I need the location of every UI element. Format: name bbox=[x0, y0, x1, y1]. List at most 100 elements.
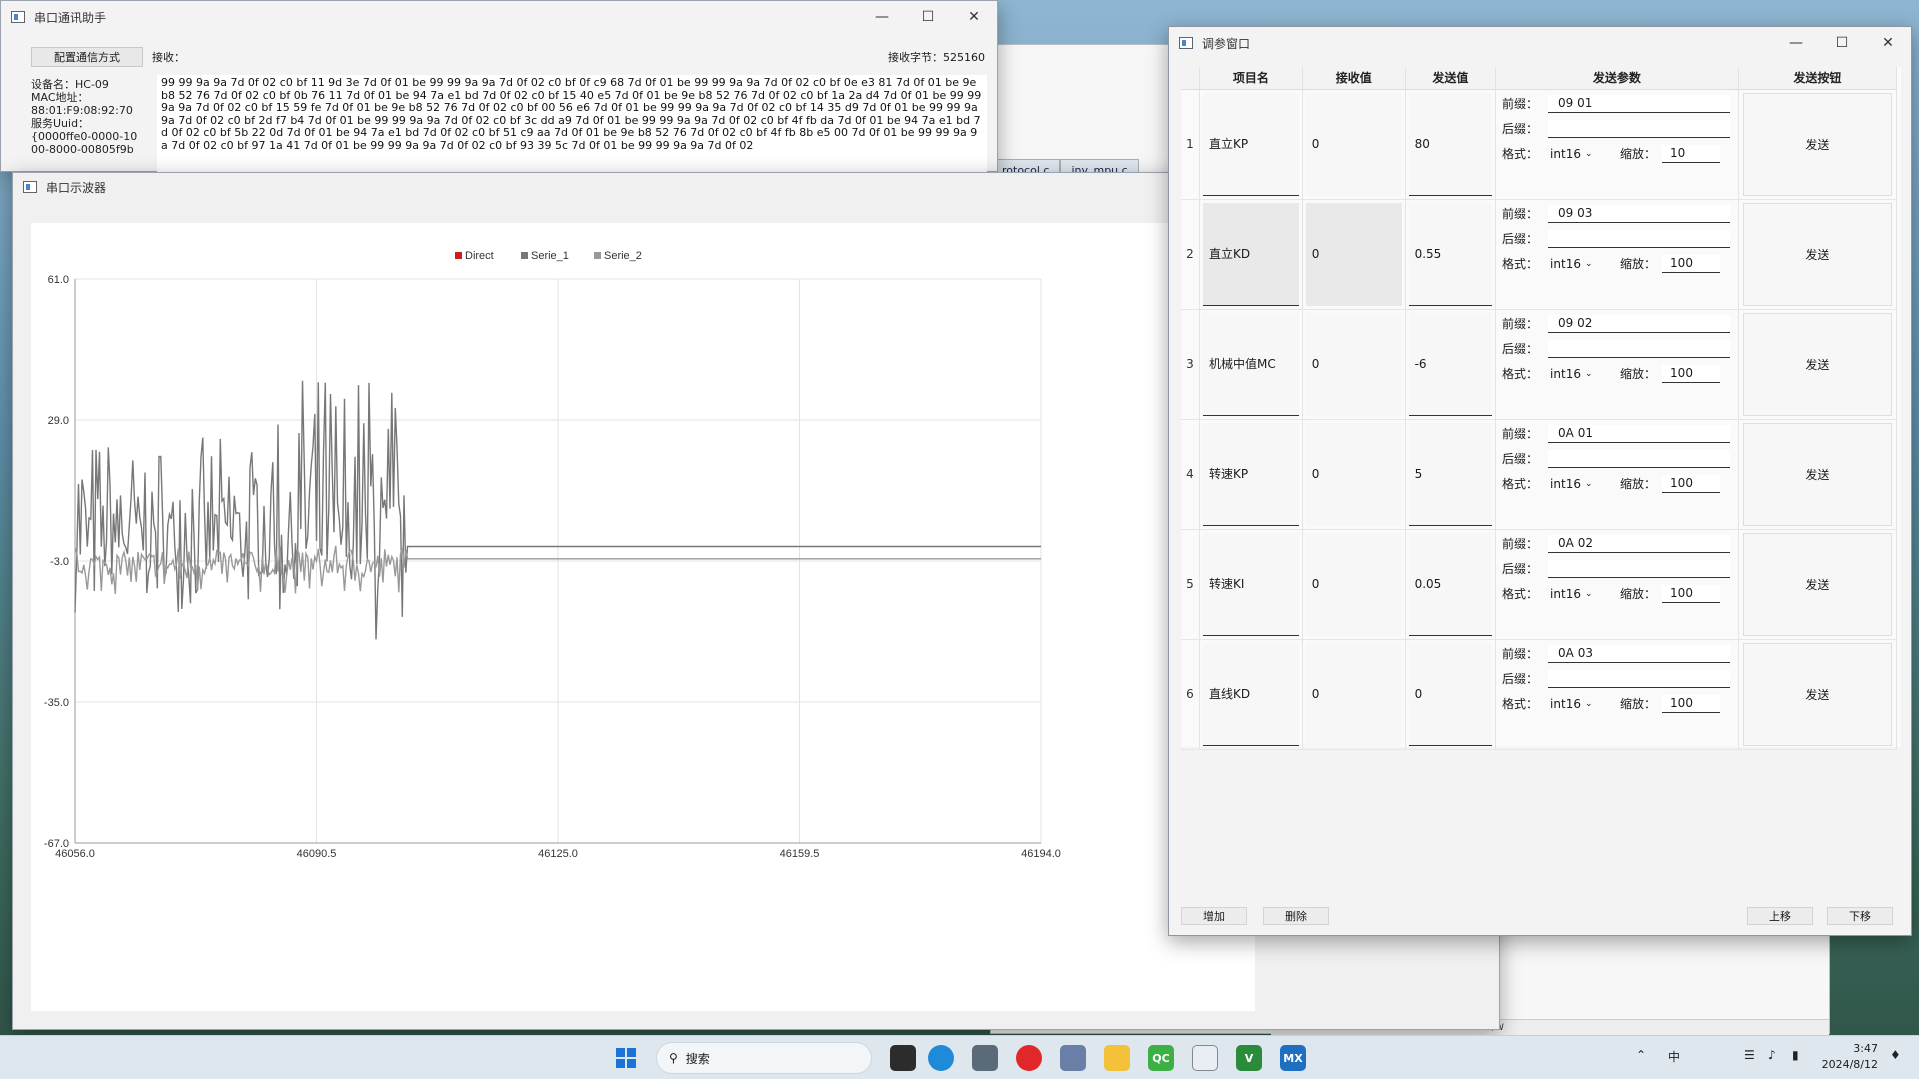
tray-chevron-icon[interactable]: ⌃ bbox=[1636, 1048, 1646, 1062]
scale-input[interactable]: 100 bbox=[1662, 694, 1721, 713]
vim-icon[interactable]: V bbox=[1236, 1045, 1262, 1071]
prefix-label: 前缀： bbox=[1502, 317, 1539, 331]
format-select[interactable]: int16 ⌄ bbox=[1548, 585, 1598, 603]
format-label: 格式： bbox=[1502, 367, 1539, 381]
send-button[interactable]: 发送 bbox=[1742, 312, 1892, 416]
suffix-label: 后缀： bbox=[1502, 452, 1539, 466]
format-select[interactable]: int16 ⌄ bbox=[1548, 255, 1598, 273]
send-value-cell[interactable]: 0.05 bbox=[1408, 532, 1493, 636]
prefix-input[interactable]: 0A 01 bbox=[1548, 424, 1730, 443]
chart-area[interactable]: 61.0 29.0 -3.0 -35.0 -67.0 46056.0 46090.5 4612… bbox=[31, 223, 1255, 1011]
minimize-button[interactable]: — bbox=[859, 1, 905, 33]
param-name-cell[interactable]: 直线KD bbox=[1203, 642, 1299, 746]
prefix-input[interactable]: 09 01 bbox=[1548, 94, 1730, 113]
param-row: 4 转速KP 0 5 前缀： 0A 01 后缀： 格式： int16 ⌄ 缩放： 100 发送 bbox=[1181, 419, 1898, 530]
send-value-cell[interactable]: -6 bbox=[1408, 312, 1493, 416]
calculator-icon[interactable] bbox=[972, 1045, 998, 1071]
x-tick-label: 46090.5 bbox=[297, 848, 337, 860]
file-explorer-icon[interactable] bbox=[1104, 1045, 1130, 1071]
param-name-cell[interactable]: 转速KI bbox=[1203, 532, 1299, 636]
scale-input[interactable]: 10 bbox=[1662, 144, 1721, 163]
settings-icon[interactable] bbox=[1060, 1045, 1086, 1071]
suffix-input[interactable] bbox=[1548, 119, 1730, 138]
param-name-cell[interactable]: 直立KD bbox=[1203, 202, 1299, 306]
header-recv: 接收值 bbox=[1302, 67, 1406, 90]
clock-date: 2024/8/12 bbox=[1821, 1058, 1878, 1071]
maximize-button[interactable]: ☐ bbox=[1819, 27, 1865, 59]
scale-input[interactable]: 100 bbox=[1662, 474, 1721, 493]
send-button[interactable]: 发送 bbox=[1742, 532, 1892, 636]
prefix-input[interactable]: 09 03 bbox=[1548, 204, 1730, 223]
send-value-cell[interactable]: 80 bbox=[1408, 92, 1493, 196]
app-icon bbox=[23, 181, 37, 193]
recv-value-cell: 0 bbox=[1305, 312, 1402, 416]
recv-bytes-counter: 接收字节：525160 bbox=[888, 51, 985, 64]
suffix-input[interactable] bbox=[1548, 339, 1730, 358]
start-button[interactable] bbox=[616, 1048, 636, 1068]
format-select[interactable]: int16 ⌄ bbox=[1548, 365, 1598, 383]
move-down-button[interactable]: 下移 bbox=[1827, 907, 1893, 925]
add-button[interactable]: 增加 bbox=[1181, 907, 1247, 925]
wifi-icon[interactable]: ☰ bbox=[1744, 1048, 1755, 1062]
minimize-button[interactable]: — bbox=[1773, 27, 1819, 59]
row-number: 1 bbox=[1181, 89, 1200, 200]
notification-bell-icon[interactable]: ♦ bbox=[1890, 1048, 1901, 1062]
suffix-input[interactable] bbox=[1548, 559, 1730, 578]
param-name-cell[interactable]: 机械中值MC bbox=[1203, 312, 1299, 416]
send-button[interactable]: 发送 bbox=[1742, 642, 1892, 746]
prefix-input[interactable]: 0A 02 bbox=[1548, 534, 1730, 553]
send-button[interactable]: 发送 bbox=[1742, 202, 1892, 306]
task-view-icon[interactable] bbox=[890, 1045, 916, 1071]
format-select[interactable]: int16 ⌄ bbox=[1548, 695, 1598, 713]
scale-label: 缩放： bbox=[1620, 367, 1657, 381]
edge-icon[interactable] bbox=[928, 1045, 954, 1071]
format-value: int16 bbox=[1550, 586, 1581, 601]
move-up-button[interactable]: 上移 bbox=[1747, 907, 1813, 925]
y-tick-label: 29.0 bbox=[48, 415, 69, 427]
suffix-input[interactable] bbox=[1548, 449, 1730, 468]
legend-label: Direct bbox=[465, 250, 494, 262]
tray-lang-icon[interactable]: 中 bbox=[1668, 1048, 1680, 1065]
qt-creator-icon[interactable]: QC bbox=[1148, 1045, 1174, 1071]
battery-icon[interactable]: ▮ bbox=[1792, 1048, 1799, 1062]
scale-label: 缩放： bbox=[1620, 697, 1657, 711]
serial-titlebar[interactable]: 串口通讯助手 — ☐ ✕ bbox=[1, 1, 997, 33]
close-button[interactable]: ✕ bbox=[951, 1, 997, 33]
suffix-input[interactable] bbox=[1548, 669, 1730, 688]
config-comm-button[interactable]: 配置通信方式 bbox=[31, 47, 143, 67]
chevron-down-icon: ⌄ bbox=[1584, 148, 1593, 159]
scale-input[interactable]: 100 bbox=[1662, 584, 1721, 603]
format-select[interactable]: int16 ⌄ bbox=[1548, 145, 1598, 163]
param-name-cell[interactable]: 转速KP bbox=[1203, 422, 1299, 526]
prefix-input[interactable]: 0A 03 bbox=[1548, 644, 1730, 663]
header-corner bbox=[1181, 67, 1200, 90]
maximize-button[interactable]: ☐ bbox=[905, 1, 951, 33]
close-button[interactable]: ✕ bbox=[1865, 27, 1911, 59]
stm32cubemx-icon[interactable]: MX bbox=[1280, 1045, 1306, 1071]
format-select[interactable]: int16 ⌄ bbox=[1548, 475, 1598, 493]
netease-music-icon[interactable] bbox=[1016, 1045, 1042, 1071]
send-button[interactable]: 发送 bbox=[1742, 422, 1892, 526]
scale-input[interactable]: 100 bbox=[1662, 254, 1721, 273]
taskbar-search[interactable]: ⚲ 搜索 bbox=[656, 1042, 872, 1074]
send-value-cell[interactable]: 0 bbox=[1408, 642, 1493, 746]
search-icon: ⚲ bbox=[669, 1051, 678, 1065]
scale-input[interactable]: 100 bbox=[1662, 364, 1721, 383]
serial-tool-icon[interactable] bbox=[1192, 1045, 1218, 1071]
send-value-cell[interactable]: 0.55 bbox=[1408, 202, 1493, 306]
send-button[interactable]: 发送 bbox=[1742, 92, 1892, 196]
param-row: 1 直立KP 0 80 前缀： 09 01 后缀： 格式： int16 ⌄ 缩放： 10 发送 bbox=[1181, 89, 1898, 200]
prefix-input[interactable]: 09 02 bbox=[1548, 314, 1730, 333]
chevron-down-icon: ⌄ bbox=[1584, 258, 1593, 269]
app-icon bbox=[11, 11, 25, 23]
recv-hex-textbox[interactable]: 99 99 9a 9a 7d 0f 02 c0 bf 11 9d 3e 7d 0… bbox=[157, 75, 987, 173]
recv-value-cell: 0 bbox=[1305, 92, 1402, 196]
send-value-cell[interactable]: 5 bbox=[1408, 422, 1493, 526]
suffix-input[interactable] bbox=[1548, 229, 1730, 248]
volume-icon[interactable]: ♪ bbox=[1768, 1048, 1776, 1062]
y-tick-label: -35.0 bbox=[44, 697, 69, 709]
delete-button[interactable]: 删除 bbox=[1263, 907, 1329, 925]
clock[interactable]: 3:47 2024/8/12 bbox=[1818, 1041, 1878, 1073]
param-name-cell[interactable]: 直立KP bbox=[1203, 92, 1299, 196]
tune-titlebar[interactable]: 调参窗口 — ☐ ✕ bbox=[1169, 27, 1911, 59]
